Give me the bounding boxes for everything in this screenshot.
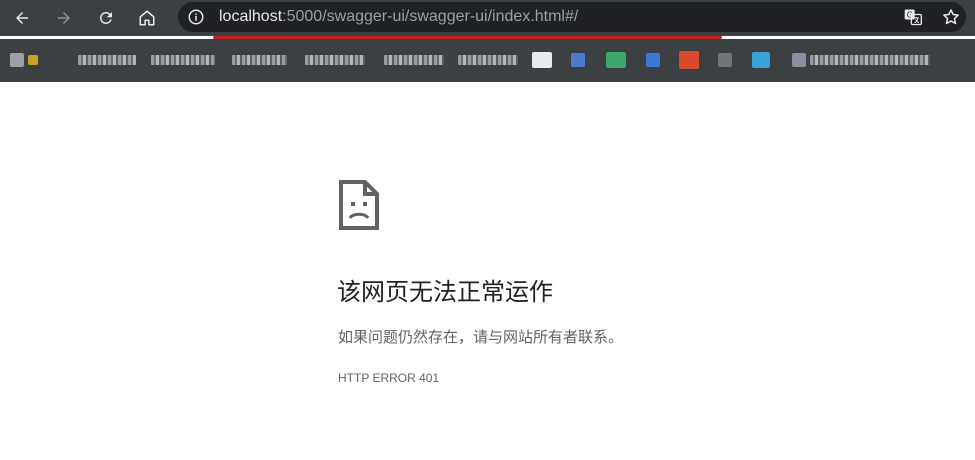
bookmark-item[interactable] (752, 51, 770, 69)
bookmarks-bar (0, 39, 975, 82)
bookmark-item[interactable] (384, 51, 444, 69)
bookmark-item[interactable] (232, 51, 287, 69)
bookmark-favicon-icon (606, 52, 626, 68)
bookmark-favicon-icon (532, 52, 552, 68)
bookmark-favicon-icon (792, 53, 806, 67)
back-arrow-icon (16, 12, 28, 24)
bookmark-item[interactable] (792, 51, 930, 69)
star-icon[interactable] (941, 7, 961, 27)
info-icon[interactable] (187, 8, 205, 26)
url-host: localhost (219, 8, 283, 25)
bookmark-favicon-icon (646, 53, 660, 67)
url-path: :5000/swagger-ui/swagger-ui/index.html#/ (282, 8, 579, 25)
forward-button[interactable] (51, 5, 77, 31)
bookmark-favicon-icon (28, 55, 38, 65)
bookmark-item[interactable] (10, 51, 38, 69)
bookmark-item[interactable] (151, 51, 215, 69)
reload-button[interactable] (93, 5, 119, 31)
bookmark-item[interactable] (679, 51, 699, 69)
reload-icon (99, 11, 112, 24)
error-message: 如果问题仍然存在，请与网站所有者联系。 (338, 328, 624, 346)
bookmark-item[interactable] (78, 51, 136, 69)
bookmark-item[interactable] (718, 51, 732, 69)
address-bar[interactable]: localhost:5000/swagger-ui/swagger-ui/ind… (178, 2, 966, 32)
home-button[interactable] (134, 5, 160, 31)
translate-icon[interactable]: G (903, 7, 923, 27)
browser-toolbar: localhost:5000/swagger-ui/swagger-ui/ind… (0, 0, 975, 36)
bookmark-favicon-icon (571, 53, 585, 67)
url-text[interactable]: localhost:5000/swagger-ui/swagger-ui/ind… (219, 2, 578, 32)
bookmark-item[interactable] (646, 51, 660, 69)
bookmark-item[interactable] (532, 51, 552, 69)
bookmark-favicon-icon (10, 53, 24, 67)
error-code: HTTP ERROR 401 (338, 371, 440, 385)
bookmark-item[interactable] (606, 51, 626, 69)
bookmark-favicon-icon (718, 53, 732, 67)
bookmark-item[interactable] (305, 51, 365, 69)
error-title: 该网页无法正常运作 (337, 278, 553, 306)
bookmark-favicon-icon (679, 51, 699, 69)
bookmark-item[interactable] (458, 51, 518, 69)
broken-page-icon (339, 180, 379, 230)
back-button[interactable] (9, 5, 35, 31)
forward-arrow-icon (58, 12, 70, 24)
bookmark-item[interactable] (571, 51, 585, 69)
home-icon (139, 10, 155, 26)
bookmark-favicon-icon (752, 52, 770, 68)
